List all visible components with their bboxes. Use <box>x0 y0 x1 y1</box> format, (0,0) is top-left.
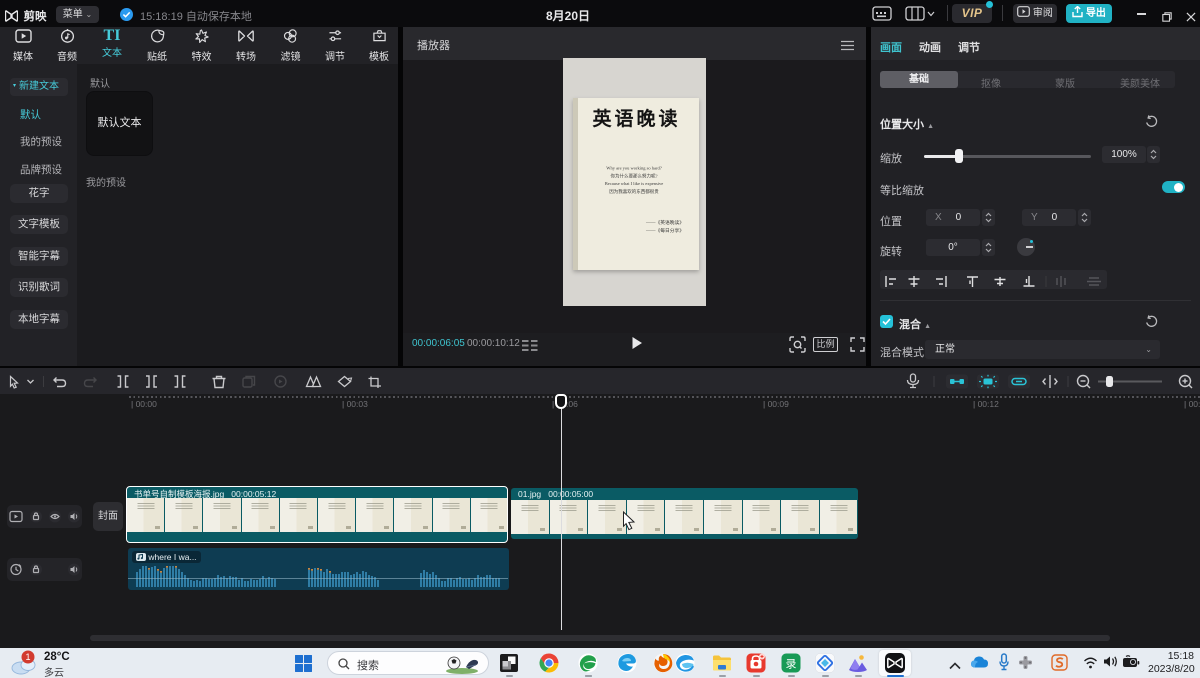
svg-text:1: 1 <box>25 652 30 662</box>
svg-text:录: 录 <box>786 658 797 671</box>
